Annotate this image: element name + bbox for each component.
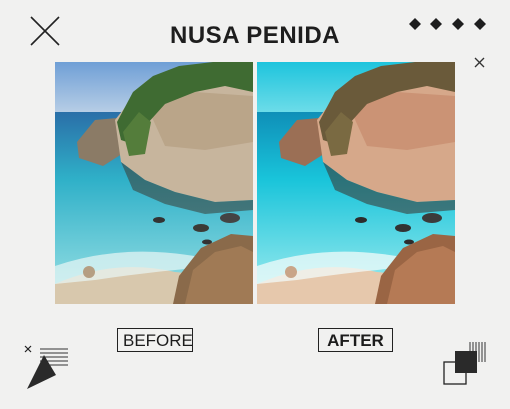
overlapping-squares-icon <box>443 342 486 385</box>
before-label: BEFORE <box>117 328 193 352</box>
after-photo <box>257 62 455 304</box>
after-label: AFTER <box>318 328 393 352</box>
page-title: NUSA PENIDA <box>170 22 340 49</box>
close-icon <box>474 57 485 68</box>
triangle-stripes-icon <box>24 345 68 389</box>
before-photo <box>55 62 253 304</box>
